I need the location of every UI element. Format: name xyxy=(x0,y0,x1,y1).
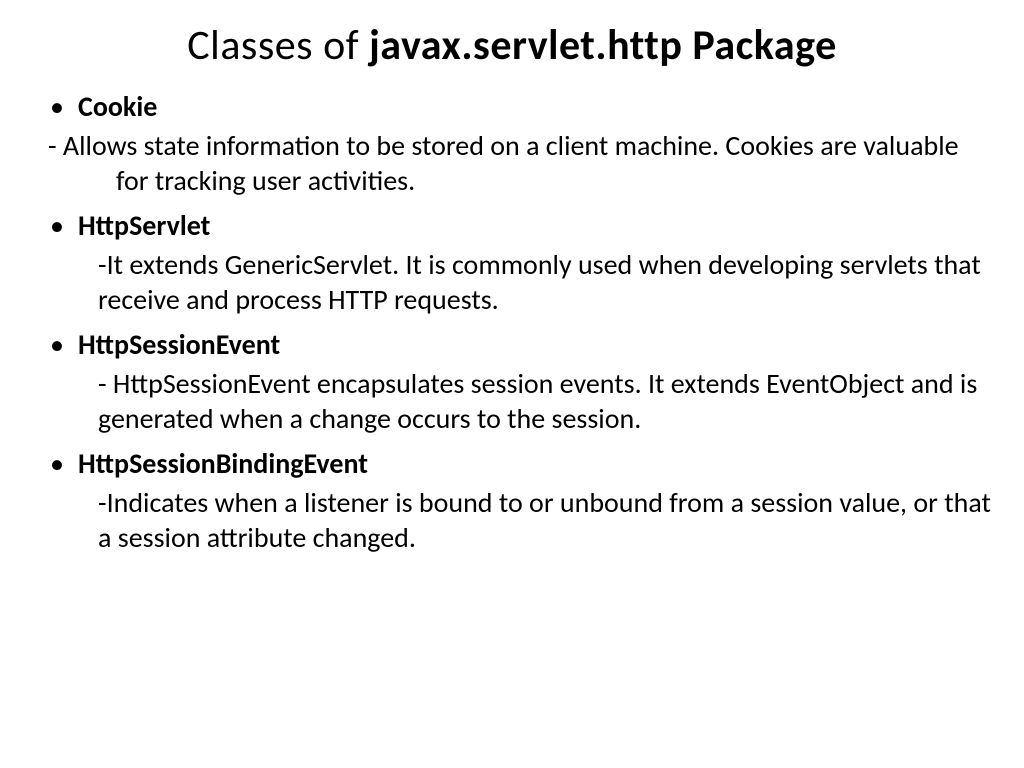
title-prefix: Classes of xyxy=(187,20,369,71)
class-name-2: HttpSessionEvent xyxy=(78,327,994,362)
class-desc-0: - Allows state information to be stored … xyxy=(48,128,994,198)
class-name-1: HttpServlet xyxy=(78,208,994,243)
class-name-0: Cookie xyxy=(78,89,994,124)
class-name-3: HttpSessionBindingEvent xyxy=(78,446,994,481)
slide-title: Classes of javax.servlet.http Package xyxy=(30,20,994,71)
class-desc-3: -Indicates when a listener is bound to o… xyxy=(98,485,994,555)
title-bold: javax.servlet.http Package xyxy=(369,20,837,71)
class-desc-2: - HttpSessionEvent encapsulates session … xyxy=(98,366,994,436)
class-desc-1: -It extends GenericServlet. It is common… xyxy=(98,247,994,317)
